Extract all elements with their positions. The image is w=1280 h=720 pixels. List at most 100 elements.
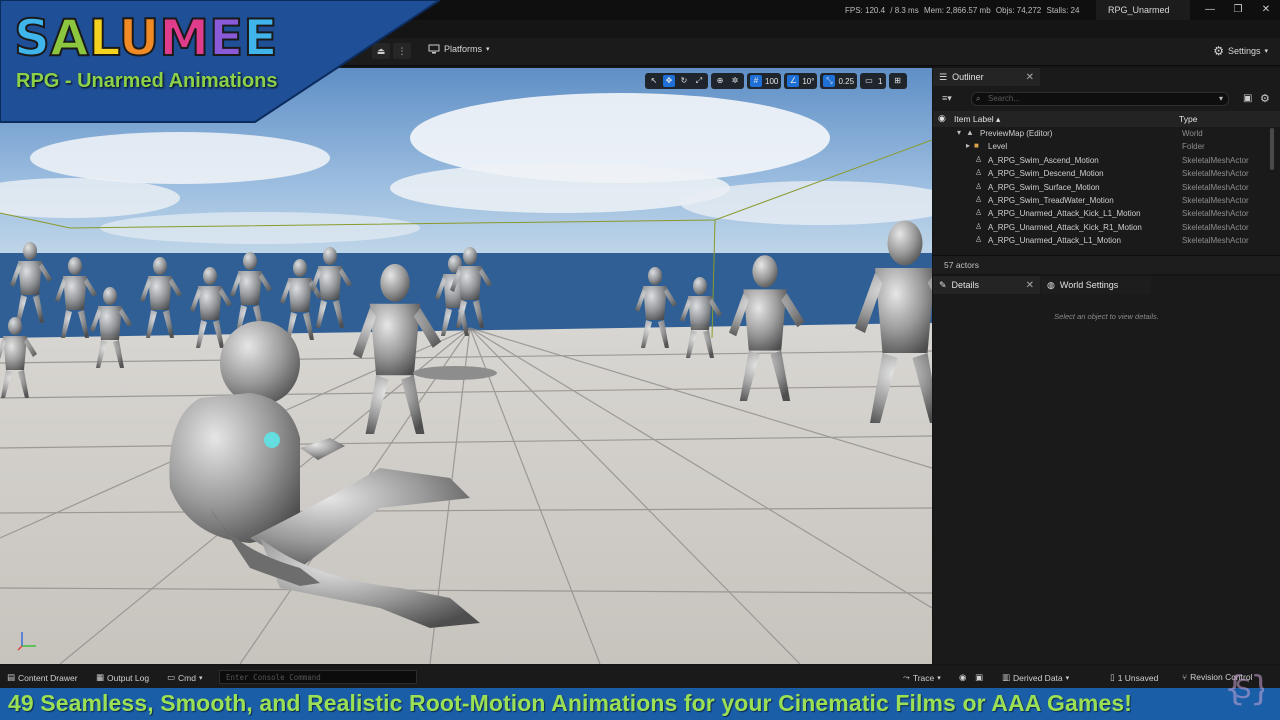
viewport-toolbar: ↖ ✥ ↻ ⤢ ⊕ ✲ # 100 ∠ 10° ⤡ 0.25 ▭ 1 ⊞ (645, 73, 907, 89)
trace-button[interactable]: ⤳ Trace ▾ (903, 672, 941, 683)
chevron-down-icon: ▾ (1065, 674, 1070, 682)
cmd-button[interactable]: ▭ Cmd ▾ (167, 672, 203, 683)
unsaved-icon: ▯ (1110, 672, 1115, 682)
svg-text:}: } (1250, 669, 1264, 709)
pencil-icon: ✎ (939, 279, 947, 290)
platforms-label: Platforms (444, 44, 483, 54)
list-item[interactable]: ♙ A_RPG_Unarmed_Attack_Kick_R1_Motion Sk… (933, 222, 1280, 235)
outliner-header: ◉ Item Label ▴ Type (933, 111, 1280, 127)
layout-grid-icon[interactable]: ⊞ (892, 75, 904, 87)
derived-data-label: Derived Data (1013, 672, 1063, 683)
cmd-label: Cmd (178, 672, 196, 683)
tab-world-settings[interactable]: ◍ World Settings (1041, 276, 1151, 294)
chevron-down-icon: ▾ (198, 674, 203, 682)
grid-snap-control[interactable]: # 100 (747, 73, 782, 89)
settings-button[interactable]: ⚙ Settings ▾ (1213, 44, 1268, 58)
grid-snap-icon[interactable]: # (750, 75, 762, 87)
rotation-snap-control[interactable]: ∠ 10° (784, 73, 818, 89)
world-settings-tab-label: World Settings (1059, 280, 1119, 290)
outliner-search-row: ≡▾ ⌕ Search... ▾ ▣ ⚙ (933, 90, 1280, 108)
product-subtitle: RPG - Unarmed Animations (16, 70, 278, 92)
angle-snap-icon[interactable]: ∠ (787, 75, 800, 87)
world-space-icon[interactable]: ⊕ (714, 75, 726, 87)
list-item[interactable]: ▸ ■ Level Folder (933, 141, 1280, 154)
screenshot-icon[interactable]: ▣ (975, 672, 983, 683)
list-item[interactable]: ♙ A_RPG_Swim_TreadWater_Motion SkeletalM… (933, 195, 1280, 208)
drawer-icon: ▤ (7, 672, 16, 682)
unsaved-button[interactable]: ▯ 1 Unsaved (1110, 672, 1158, 683)
camera-icon: ▭ (865, 76, 873, 85)
content-drawer-button[interactable]: ▤ Content Drawer (7, 672, 78, 683)
list-item[interactable]: ♙ A_RPG_Swim_Surface_Motion SkeletalMesh… (933, 182, 1280, 195)
details-empty-message: Select an object to view details. (1054, 312, 1159, 321)
item-label-column[interactable]: Item Label ▴ (954, 114, 1000, 125)
chevron-down-icon: ▾ (937, 674, 941, 682)
transform-tools: ↖ ✥ ↻ ⤢ (645, 73, 708, 89)
record-icon[interactable]: ◉ (959, 672, 966, 683)
rotate-icon[interactable]: ↻ (678, 75, 690, 87)
memory-stat: Mem: 2,866.57 mb (923, 6, 991, 15)
chevron-down-icon[interactable]: ▾ (1219, 93, 1223, 105)
close-tab-icon[interactable]: ✕ (1026, 72, 1034, 83)
search-placeholder: Search... (988, 94, 1021, 103)
log-icon: ▦ (96, 672, 105, 682)
outliner-search-input[interactable]: ⌕ Search... ▾ (971, 92, 1229, 106)
skeletal-mesh-icon: ♙ (975, 221, 983, 231)
trace-label: Trace (912, 672, 935, 683)
trace-icon: ⤳ (903, 672, 910, 682)
tab-details[interactable]: ✎ Details ✕ (933, 276, 1040, 294)
translate-icon[interactable]: ✥ (663, 75, 675, 87)
gear-icon[interactable]: ⚙ (1260, 92, 1270, 105)
visibility-icon[interactable]: ◉ (938, 113, 946, 124)
add-folder-icon[interactable]: ▣ (1243, 93, 1252, 104)
scale-snap-control[interactable]: ⤡ 0.25 (820, 73, 858, 89)
camera-speed-control[interactable]: ▭ 1 (860, 73, 886, 89)
performance-stats: FPS: 120.4 / 8.3 ms Mem: 2,866.57 mb Obj… (845, 6, 1082, 15)
scale-snap-value: 0.25 (838, 76, 855, 86)
close-window-icon[interactable]: ✕ (1259, 3, 1273, 17)
skeletal-mesh-icon: ♙ (975, 168, 983, 178)
list-item[interactable]: ▾ ▲ PreviewMap (Editor) World (933, 128, 1280, 141)
skeletal-mesh-icon: ♙ (975, 194, 983, 204)
level-viewport[interactable]: ↖ ✥ ↻ ⤢ ⊕ ✲ # 100 ∠ 10° ⤡ 0.25 ▭ 1 ⊞ (0, 68, 932, 664)
scale-icon[interactable]: ⤢ (693, 75, 705, 87)
type-column[interactable]: Type (1179, 114, 1197, 124)
list-item[interactable]: ♙ A_RPG_Unarmed_Attack_L1_Motion Skeleta… (933, 235, 1280, 248)
console-input[interactable]: Enter Console Command (219, 670, 417, 684)
list-item[interactable]: ♙ A_RPG_Swim_Ascend_Motion SkeletalMeshA… (933, 155, 1280, 168)
restore-icon[interactable]: ❐ (1231, 3, 1245, 17)
filter-icon[interactable]: ≡▾ (942, 93, 952, 104)
fps-stat: FPS: 120.4 (845, 6, 886, 15)
project-tab[interactable]: RPG_Unarmed (1096, 0, 1190, 20)
chevron-down-icon: ▾ (1264, 48, 1268, 55)
minimize-icon[interactable]: — (1203, 3, 1217, 17)
salumee-logo: SALUMEE (13, 8, 278, 68)
derived-data-button[interactable]: ▥ Derived Data ▾ (1002, 672, 1069, 683)
details-panel: ✎ Details ✕ ◍ World Settings Select an o… (933, 276, 1280, 664)
scale-snap-icon[interactable]: ⤡ (823, 75, 836, 87)
layout-control[interactable]: ⊞ (888, 73, 907, 89)
folder-icon: ■ (974, 141, 979, 151)
stalls-stat: Stalls: 24 (1046, 6, 1080, 15)
status-bar: ▤ Content Drawer ▦ Output Log ▭ Cmd ▾ En… (0, 666, 1280, 688)
content-drawer-label: Content Drawer (18, 672, 78, 683)
tab-outliner[interactable]: ☰ Outliner ✕ (933, 68, 1040, 86)
revision-control-icon: ⑂ (1182, 672, 1188, 682)
output-log-button[interactable]: ▦ Output Log (96, 672, 149, 683)
list-item[interactable]: ♙ A_RPG_Unarmed_Attack_Kick_L1_Motion Sk… (933, 208, 1280, 221)
output-log-label: Output Log (107, 672, 150, 683)
list-item[interactable]: ♙ A_RPG_Swim_Descend_Motion SkeletalMesh… (933, 168, 1280, 181)
camera-speed-value: 1 (878, 76, 883, 86)
select-icon[interactable]: ↖ (648, 75, 660, 87)
world-icon: ▲ (966, 128, 974, 137)
banner-headline: 49 Seamless, Smooth, and Realistic Root-… (8, 690, 1133, 716)
close-tab-icon[interactable]: ✕ (1026, 280, 1034, 291)
chevron-down-icon: ▾ (486, 46, 490, 53)
grid-snap-value: 100 (765, 76, 779, 86)
surface-snap-icon[interactable]: ✲ (729, 75, 741, 87)
search-icon: ⌕ (976, 94, 981, 103)
outliner-list: ▾ ▲ PreviewMap (Editor) World ▸ ■ Level … (933, 128, 1280, 249)
skeletal-mesh-icon: ♙ (975, 235, 983, 245)
outliner-scrollbar[interactable] (1270, 128, 1274, 170)
unsaved-label: 1 Unsaved (1117, 672, 1159, 683)
